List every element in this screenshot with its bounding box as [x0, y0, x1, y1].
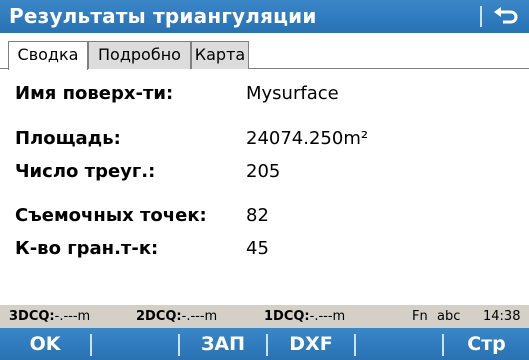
- softkey-bar: OK ЗАП DXF Стр: [0, 328, 529, 360]
- row-boundary-points: К-во гран.т-к: 45: [0, 238, 529, 266]
- boundary-points-label: К-во гран.т-к:: [15, 238, 159, 259]
- save-button[interactable]: ЗАП: [180, 328, 266, 360]
- fn-indicator: Fn: [412, 309, 428, 324]
- tab-map[interactable]: Карта: [191, 41, 249, 69]
- ok-button[interactable]: OK: [0, 328, 90, 360]
- area-value: 24074.250m²: [246, 128, 369, 149]
- back-arrow-icon[interactable]: [490, 4, 522, 29]
- clock: 14:38: [483, 309, 521, 324]
- title-separator: [480, 6, 482, 27]
- dxf-button[interactable]: DXF: [268, 328, 354, 360]
- survey-points-value: 82: [246, 205, 269, 226]
- surface-name-value: Mysurface: [246, 83, 339, 104]
- boundary-points-value: 45: [246, 238, 269, 259]
- dcq1-indicator: 1DCQ:-.---m: [264, 309, 346, 324]
- softkey-f2[interactable]: [92, 328, 178, 360]
- page-button[interactable]: Стр: [444, 328, 529, 360]
- row-triangles: Число треуг.: 205: [0, 161, 529, 189]
- triangles-value: 205: [246, 161, 281, 182]
- softkey-f5[interactable]: [356, 328, 442, 360]
- window-title: Результаты триангуляции: [9, 4, 317, 28]
- surface-name-label: Имя поверх-ти:: [15, 83, 174, 104]
- tab-bar: Сводка Подробно Карта: [0, 41, 529, 70]
- status-bar: 3DCQ:-.---m 2DCQ:-.---m 1DCQ:-.---m Fn a…: [0, 304, 529, 328]
- dcq3-indicator: 3DCQ:-.---m: [9, 309, 91, 324]
- triangles-label: Число треуг.:: [15, 161, 156, 182]
- row-survey-points: Съемочных точек: 82: [0, 205, 529, 233]
- survey-points-label: Съемочных точек:: [15, 205, 207, 226]
- row-surface-name: Имя поверх-ти: Mysurface: [0, 83, 529, 111]
- tab-summary[interactable]: Сводка: [8, 41, 88, 70]
- title-bar: Результаты триангуляции: [0, 0, 529, 33]
- dcq2-indicator: 2DCQ:-.---m: [136, 309, 218, 324]
- row-area: Площадь: 24074.250m²: [0, 128, 529, 156]
- input-mode-indicator: abc: [437, 309, 461, 324]
- tab-detail[interactable]: Подробно: [88, 41, 191, 69]
- area-label: Площадь:: [15, 128, 121, 149]
